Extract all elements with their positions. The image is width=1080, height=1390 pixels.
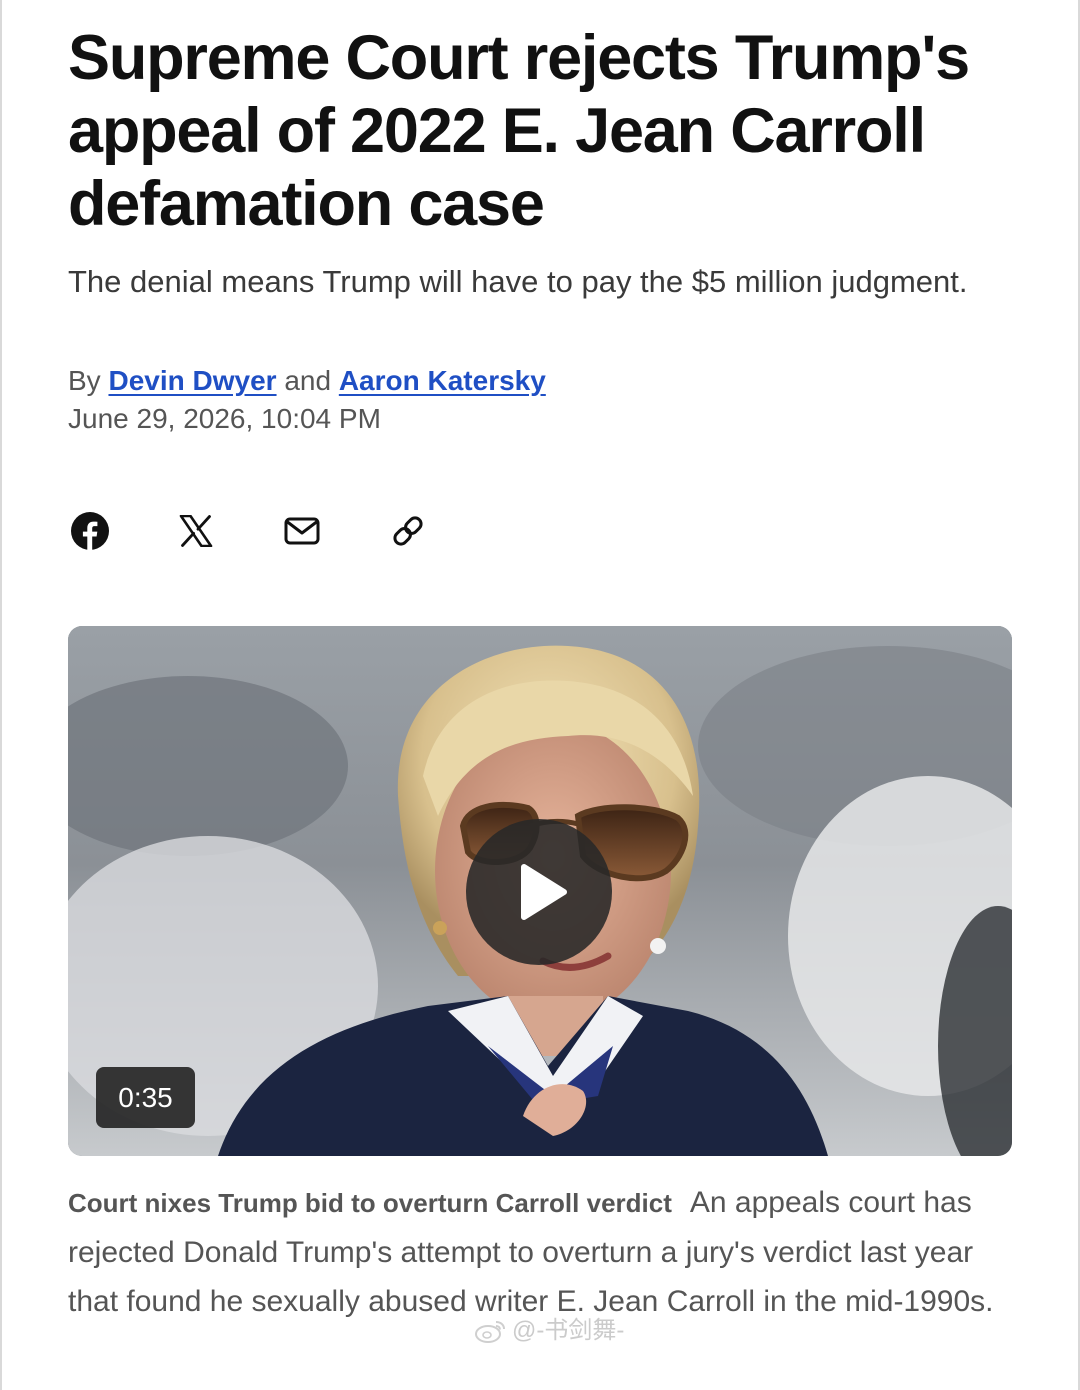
weibo-logo-icon <box>475 1321 505 1343</box>
share-bar <box>68 508 430 554</box>
facebook-icon <box>71 512 109 550</box>
frame-edge-left <box>0 0 2 1390</box>
video-caption: Court nixes Trump bid to overturn Carrol… <box>68 1178 1018 1326</box>
author-link-devin-dwyer[interactable]: Devin Dwyer <box>108 365 276 396</box>
share-x-button[interactable] <box>174 509 218 553</box>
share-facebook-button[interactable] <box>68 509 112 553</box>
watermark-text: @-书剑舞- <box>512 1317 625 1344</box>
byline-prefix: By <box>68 365 101 396</box>
share-email-button[interactable] <box>280 509 324 553</box>
video-duration-badge: 0:35 <box>96 1067 195 1128</box>
article-headline: Supreme Court rejects Trump's appeal of … <box>68 23 970 239</box>
publish-date: June 29, 2026, 10:04 PM <box>68 403 381 434</box>
video-player[interactable]: 0:35 <box>68 626 1012 1156</box>
watermark: @-书剑舞- <box>474 1316 624 1346</box>
article-subheadline: The denial means Trump will have to pay … <box>68 264 968 299</box>
play-button[interactable] <box>466 819 612 965</box>
author-link-aaron-katersky[interactable]: Aaron Katersky <box>339 365 546 396</box>
byline-conjunction: and <box>284 365 332 396</box>
email-icon <box>284 517 320 545</box>
copy-link-button[interactable] <box>386 509 430 553</box>
play-icon <box>521 864 567 920</box>
byline: By Devin Dwyer and Aaron Katersky <box>68 362 546 400</box>
x-icon <box>179 515 213 547</box>
link-icon <box>393 516 423 546</box>
video-caption-title: Court nixes Trump bid to overturn Carrol… <box>68 1188 672 1218</box>
